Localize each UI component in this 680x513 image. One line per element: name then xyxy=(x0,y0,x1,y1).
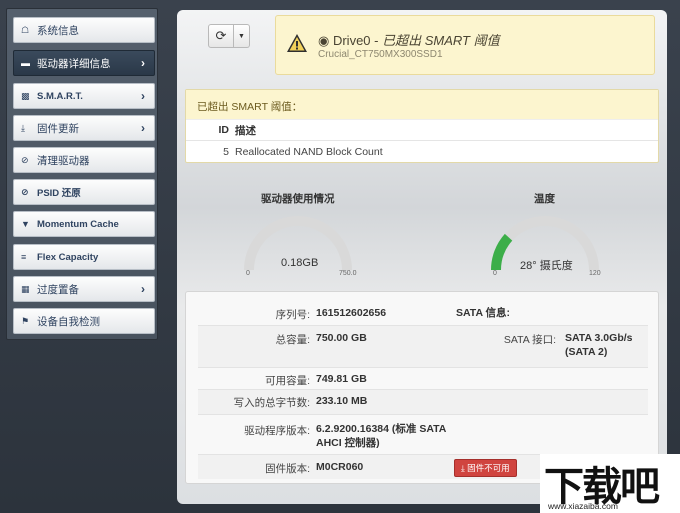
refresh-button-group: ⟳ ▼ xyxy=(208,24,250,48)
chevron-right-icon: › xyxy=(141,56,145,70)
firmware-unavailable-badge[interactable]: ⤓ 固件不可用 xyxy=(454,459,517,477)
available-value: 749.81 GB xyxy=(316,373,367,385)
sidebar-item-sanitize[interactable]: ⊘ 清理驱动器 xyxy=(13,147,155,173)
usage-gauge-title: 驱动器使用情况 xyxy=(261,193,335,205)
drive-name: Drive0 xyxy=(332,33,371,48)
temp-gauge-max: 120 xyxy=(589,270,601,277)
sidebar-item-label: PSID 还原 xyxy=(37,188,81,199)
firmware-label: 固件版本: xyxy=(265,463,310,475)
firmware-value: M0CR060 xyxy=(316,461,364,473)
bar-chart-icon: ▩ xyxy=(21,90,30,101)
smart-threshold-heading: 已超出 SMART 阈值： xyxy=(186,90,658,119)
sidebar-item-momentum-cache[interactable]: ▼ Momentum Cache xyxy=(13,211,155,237)
driver-value-2: AHCI 控制器) xyxy=(316,437,380,449)
eye-slash-icon: ⊘ xyxy=(21,186,29,197)
info-row-driver: 驱动程序版本: 6.2.9200.16384 (标准 SATA AHCI 控制器… xyxy=(198,415,648,455)
drive-model: Crucial_CT750MX300SSD1 xyxy=(318,49,443,60)
temp-gauge-fill xyxy=(491,233,513,271)
firmware-badge-label: 固件不可用 xyxy=(467,463,510,473)
sidebar-item-firmware-update[interactable]: ⤓ 固件更新 › xyxy=(13,115,155,141)
sidebar-item-label: S.M.A.R.T. xyxy=(37,90,83,102)
download-icon: ⤓ xyxy=(461,463,465,473)
sidebar: ☖ 系统信息 ▬ 驱动器详细信息 › ▩ S.M.A.R.T. › ⤓ 固件更新… xyxy=(6,8,158,340)
column-description: 描述 xyxy=(235,124,256,137)
chevron-right-icon: › xyxy=(141,282,145,296)
sata-port-value-2: (SATA 2) xyxy=(565,346,608,358)
filter-icon: ▼ xyxy=(21,219,30,229)
chevron-right-icon: › xyxy=(141,121,145,135)
sidebar-item-label: 过度置备 xyxy=(37,283,79,296)
main-panel: ⟳ ▼ ◉ Drive0 - 已超出 SMART 阈值 Crucial_CT75… xyxy=(177,10,667,504)
refresh-icon: ⟳ xyxy=(215,28,227,43)
sidebar-item-label: 驱动器详细信息 xyxy=(37,57,111,70)
info-row-serial: 序列号: 161512602656 SATA 信息: xyxy=(198,300,648,326)
warning-icon xyxy=(287,34,307,52)
sidebar-item-label: 固件更新 xyxy=(37,122,79,135)
smart-attr-desc: Reallocated NAND Block Count xyxy=(235,146,383,158)
watermark-url: www.xiazaiba.com xyxy=(548,501,618,511)
sata-port-label: SATA 接口: xyxy=(503,334,556,346)
caret-down-icon: ▼ xyxy=(238,32,245,40)
sidebar-item-over-provisioning[interactable]: ▦ 过度置备 › xyxy=(13,276,155,302)
temp-gauge-title: 温度 xyxy=(534,193,555,205)
sata-info-label: SATA 信息: xyxy=(456,307,511,319)
eye-slash-icon: ◉ xyxy=(318,33,330,48)
usage-gauge-value: 0.18GB xyxy=(281,257,319,269)
info-row-written: 写入的总字节数: 233.10 MB xyxy=(198,390,648,415)
smart-table-header: ID 描述 xyxy=(186,119,658,141)
temp-gauge-value: 28° 摄氏度 xyxy=(520,260,573,272)
written-value: 233.10 MB xyxy=(316,395,368,407)
usage-gauge-max: 750.0 xyxy=(339,270,357,277)
driver-value-1: 6.2.9200.16384 (标准 SATA xyxy=(316,423,447,435)
refresh-dropdown-button[interactable]: ▼ xyxy=(234,24,250,48)
sidebar-item-label: 设备自我检测 xyxy=(37,315,100,328)
info-row-available: 可用容量: 749.81 GB xyxy=(198,368,648,390)
capacity-label: 总容量: xyxy=(275,334,310,346)
drive-title: ◉ Drive0 - 已超出 SMART 阈值 xyxy=(318,30,500,49)
sidebar-item-system-info[interactable]: ☖ 系统信息 xyxy=(13,17,155,43)
grid-icon: ▦ xyxy=(21,283,30,294)
drive-alert: ◉ Drive0 - 已超出 SMART 阈值 Crucial_CT750MX3… xyxy=(275,15,655,75)
drive-title-separator: - xyxy=(370,33,383,48)
column-id: ID xyxy=(218,124,230,136)
sidebar-item-label: 清理驱动器 xyxy=(37,154,90,167)
sidebar-item-smart[interactable]: ▩ S.M.A.R.T. › xyxy=(13,83,155,109)
info-row-capacity: 总容量: 750.00 GB SATA 接口: SATA 3.0Gb/s (SA… xyxy=(198,326,648,368)
list-icon: ≡ xyxy=(21,252,27,262)
capacity-value: 750.00 GB xyxy=(316,332,367,344)
usage-gauge-min: 0 xyxy=(246,270,250,277)
sidebar-item-self-test[interactable]: ⚑ 设备自我检测 xyxy=(13,308,155,334)
sidebar-item-label: 系统信息 xyxy=(37,24,79,37)
serial-value: 161512602656 xyxy=(316,307,387,319)
download-icon: ⤓ xyxy=(21,122,25,133)
sidebar-item-flex-capacity[interactable]: ≡ Flex Capacity xyxy=(13,244,155,270)
smart-attr-id: 5 xyxy=(223,146,229,158)
watermark-logo: 下载吧 www.xiazaiba.com xyxy=(540,454,680,513)
sidebar-item-drive-details[interactable]: ▬ 驱动器详细信息 › xyxy=(13,50,155,76)
drive-status: 已超出 SMART 阈值 xyxy=(382,33,500,48)
table-row: 5 Reallocated NAND Block Count xyxy=(186,141,658,163)
sidebar-item-label: Flex Capacity xyxy=(37,251,99,263)
written-label: 写入的总字节数: xyxy=(233,397,310,409)
ban-icon: ⊘ xyxy=(21,154,29,165)
temp-gauge-min: 0 xyxy=(493,270,497,277)
smart-threshold-box: 已超出 SMART 阈值： ID 描述 5 Reallocated NAND B… xyxy=(185,89,659,163)
flag-icon: ⚑ xyxy=(21,315,30,326)
available-label: 可用容量: xyxy=(265,375,310,387)
drive-icon: ▬ xyxy=(21,58,30,68)
sidebar-item-label: Momentum Cache xyxy=(37,218,119,230)
refresh-button[interactable]: ⟳ xyxy=(208,24,234,48)
home-icon: ☖ xyxy=(21,24,30,35)
sidebar-item-psid-revert[interactable]: ⊘ PSID 还原 xyxy=(13,179,155,205)
sata-port-value-1: SATA 3.0Gb/s xyxy=(565,332,633,344)
serial-label: 序列号: xyxy=(275,309,310,321)
driver-label: 驱动程序版本: xyxy=(244,425,310,437)
chevron-right-icon: › xyxy=(141,89,145,103)
